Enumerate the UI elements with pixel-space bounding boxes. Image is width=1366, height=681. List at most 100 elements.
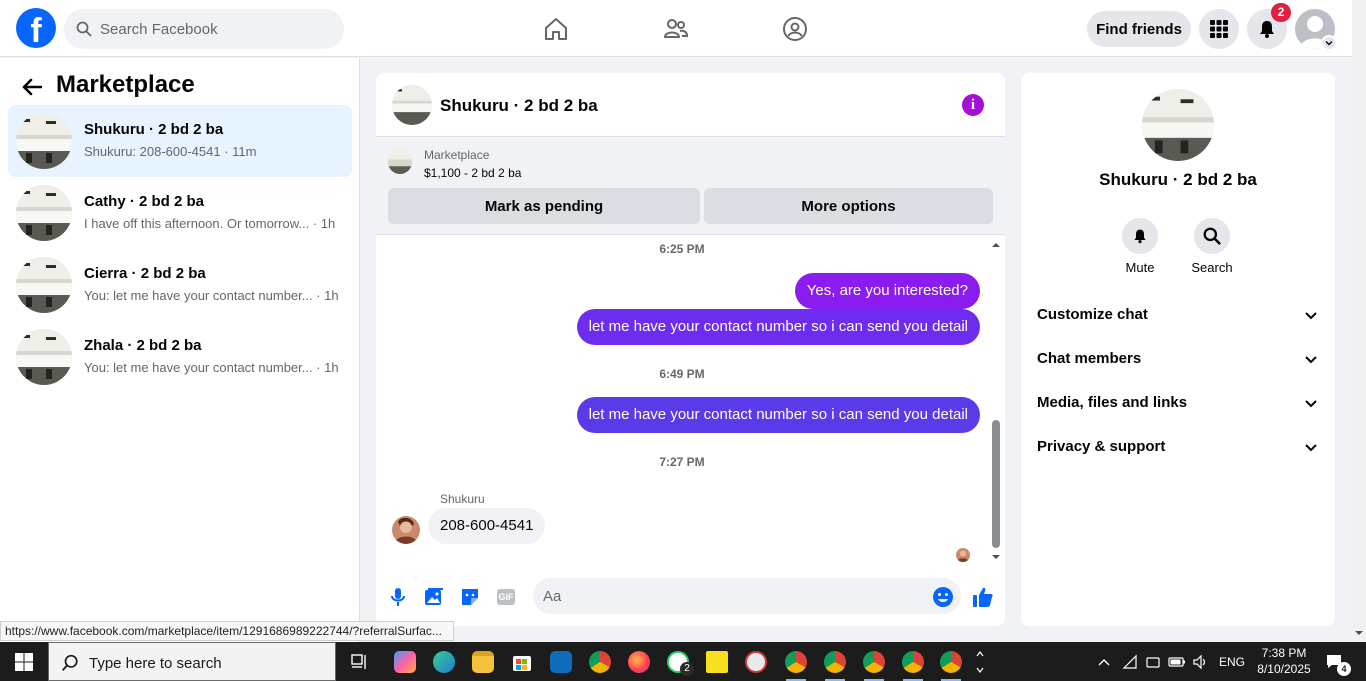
- conversation-item-cierra[interactable]: Cierra · 2 bd 2 ba You: let me have your…: [8, 249, 352, 321]
- chat-scrollbar-thumb[interactable]: [992, 420, 1000, 548]
- whatsapp-badge: 2: [680, 662, 694, 676]
- taskbar-overflow-chevron-icon[interactable]: [972, 646, 988, 678]
- row-label: Customize chat: [1037, 306, 1148, 323]
- chrome-profile-3-icon[interactable]: [858, 646, 890, 678]
- chat-scrollbar[interactable]: [989, 238, 1003, 566]
- snipping-tool-icon[interactable]: [740, 646, 772, 678]
- microsoft-store-icon[interactable]: [506, 646, 538, 678]
- chrome-profile-icon[interactable]: [584, 646, 616, 678]
- timestamp: 6:49 PM: [659, 367, 705, 381]
- row-label: Chat members: [1037, 350, 1142, 367]
- notification-count: 4: [1337, 662, 1351, 676]
- whatsapp-icon[interactable]: 2: [662, 646, 694, 678]
- volume-icon[interactable]: [1192, 642, 1208, 681]
- message-thread: 6:25 PM Yes, are you interested? let me …: [376, 236, 1005, 566]
- info-icon[interactable]: i: [962, 94, 984, 116]
- chrome-profile-4-icon[interactable]: [897, 646, 929, 678]
- page-scrollbar[interactable]: [1352, 0, 1366, 642]
- conversation-name: Cathy · 2 bd 2 ba: [84, 193, 205, 210]
- outgoing-message[interactable]: let me have your contact number so i can…: [576, 309, 980, 345]
- listing-thumbnail[interactable]: [388, 150, 412, 174]
- copilot-icon[interactable]: [389, 646, 421, 678]
- listing-category: Marketplace: [424, 148, 490, 162]
- taskbar-search-box[interactable]: Type here to search: [48, 642, 336, 681]
- timestamp: 7:27 PM: [659, 455, 705, 469]
- menu-grid-icon[interactable]: [1199, 9, 1239, 49]
- edge-browser-icon[interactable]: [428, 646, 460, 678]
- outgoing-message[interactable]: let me have your contact number so i can…: [576, 397, 980, 433]
- listing-banner: Marketplace $1,100 - 2 bd 2 ba Mark as p…: [376, 137, 1005, 235]
- windows-start-icon[interactable]: [0, 642, 48, 681]
- incoming-message[interactable]: 208-600-4541: [428, 508, 546, 544]
- marketplace-title: Marketplace: [56, 71, 195, 98]
- gif-icon[interactable]: GIF: [494, 585, 518, 609]
- conversation-list-panel: Marketplace Shukuru · 2 bd 2 ba Shukuru:…: [0, 58, 360, 642]
- search-icon[interactable]: [1194, 218, 1230, 254]
- chat-title[interactable]: Shukuru · 2 bd 2 ba: [440, 96, 598, 116]
- language-indicator[interactable]: ENG: [1219, 642, 1245, 681]
- listing-thumbnail: [16, 113, 72, 169]
- media-files-links-row[interactable]: Media, files and links: [1037, 381, 1319, 425]
- mute-button[interactable]: Mute: [1110, 218, 1170, 275]
- emoji-icon[interactable]: [931, 585, 955, 609]
- privacy-support-row[interactable]: Privacy & support: [1037, 425, 1319, 469]
- listing-thumbnail: [16, 257, 72, 313]
- conversation-name: Cierra · 2 bd 2 ba: [84, 265, 206, 282]
- link-status-tooltip: https://www.facebook.com/marketplace/ite…: [0, 621, 454, 641]
- task-view-icon[interactable]: [345, 646, 377, 678]
- conversation-item-zhala[interactable]: Zhala · 2 bd 2 ba You: let me have your …: [8, 321, 352, 393]
- conversation-preview: Shukuru: 208-600-4541 · 11m: [84, 144, 257, 159]
- top-navigation-bar: f Find friends 2: [0, 0, 1352, 57]
- firefox-icon[interactable]: [623, 646, 655, 678]
- friends-icon[interactable]: [659, 12, 693, 46]
- chat-details-panel: Shukuru · 2 bd 2 ba Mute Search Customiz…: [1021, 73, 1335, 626]
- photo-icon[interactable]: [422, 585, 446, 609]
- row-label: Privacy & support: [1037, 438, 1166, 455]
- conversation-preview: You: let me have your contact number... …: [84, 288, 339, 303]
- search-box[interactable]: [64, 9, 344, 49]
- groups-icon[interactable]: [778, 12, 812, 46]
- action-center-icon[interactable]: 4: [1325, 642, 1351, 681]
- notification-count-badge: 2: [1271, 3, 1291, 22]
- find-friends-button[interactable]: Find friends: [1087, 11, 1191, 47]
- clock-date: 8/10/2025: [1257, 662, 1311, 676]
- taskbar-clock[interactable]: 7:38 PM 8/10/2025: [1252, 645, 1316, 677]
- chat-panel: Shukuru · 2 bd 2 ba i Marketplace $1,100…: [376, 73, 1005, 626]
- back-arrow-icon[interactable]: [18, 73, 46, 101]
- bell-icon[interactable]: [1122, 218, 1158, 254]
- listing-image[interactable]: [1142, 89, 1214, 161]
- home-icon[interactable]: [539, 12, 573, 46]
- show-hidden-icons-chevron-icon[interactable]: [1097, 642, 1111, 681]
- sender-avatar[interactable]: [392, 516, 420, 544]
- sticky-notes-icon[interactable]: [701, 646, 733, 678]
- vpn-icon[interactable]: [1145, 642, 1161, 681]
- chat-members-row[interactable]: Chat members: [1037, 337, 1319, 381]
- battery-icon[interactable]: [1168, 642, 1186, 681]
- account-chevron-down-icon[interactable]: [1321, 35, 1337, 51]
- chrome-profile-5-icon[interactable]: [935, 646, 967, 678]
- outgoing-message[interactable]: Yes, are you interested?: [794, 273, 980, 309]
- conversation-item-shukuru[interactable]: Shukuru · 2 bd 2 ba Shukuru: 208-600-454…: [8, 105, 352, 177]
- conversation-name: Zhala · 2 bd 2 ba: [84, 337, 202, 354]
- customize-chat-row[interactable]: Customize chat: [1037, 293, 1319, 337]
- more-options-button[interactable]: More options: [704, 188, 993, 224]
- search-conversation-button[interactable]: Search: [1182, 218, 1242, 275]
- microphone-icon[interactable]: [386, 585, 410, 609]
- search-input[interactable]: [100, 9, 336, 49]
- message-input[interactable]: [533, 578, 961, 614]
- row-label: Media, files and links: [1037, 394, 1188, 411]
- listing-price[interactable]: $1,100 - 2 bd 2 ba: [424, 166, 521, 180]
- details-title: Shukuru · 2 bd 2 ba: [1099, 170, 1257, 189]
- file-explorer-icon[interactable]: [467, 646, 499, 678]
- outlook-icon[interactable]: [545, 646, 577, 678]
- mark-as-pending-button[interactable]: Mark as pending: [388, 188, 700, 224]
- facebook-logo-icon[interactable]: f: [16, 8, 56, 48]
- thumbs-up-icon[interactable]: [971, 585, 995, 609]
- sticker-icon[interactable]: [458, 585, 482, 609]
- network-icon[interactable]: [1122, 642, 1138, 681]
- chrome-profile-2-icon[interactable]: [819, 646, 851, 678]
- chat-thumbnail[interactable]: [392, 85, 432, 125]
- search-label: Search: [1191, 260, 1233, 275]
- conversation-item-cathy[interactable]: Cathy · 2 bd 2 ba I have off this aftern…: [8, 177, 352, 249]
- chrome-active-icon[interactable]: [780, 646, 812, 678]
